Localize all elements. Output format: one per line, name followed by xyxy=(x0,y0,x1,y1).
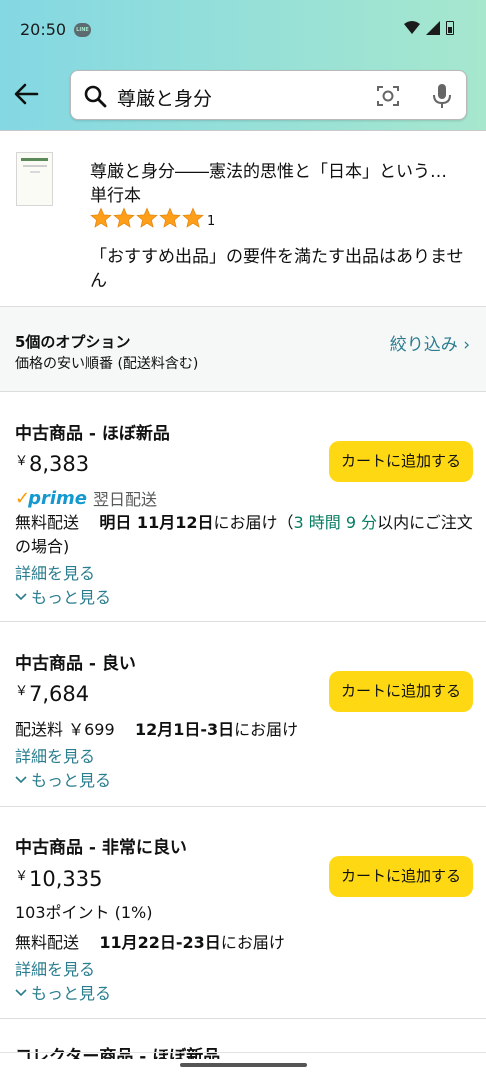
chevron-down-icon xyxy=(15,989,27,997)
offer-price: ￥7,684 xyxy=(15,682,90,706)
add-to-cart-button[interactable]: カートに追加する xyxy=(329,671,473,712)
microphone-icon[interactable] xyxy=(431,82,453,110)
star-icon xyxy=(159,207,181,228)
points-info: 103ポイント (1%) xyxy=(15,903,153,922)
add-to-cart-button[interactable]: カートに追加する xyxy=(329,856,473,897)
product-title[interactable]: 尊厳と身分――憲法的思惟と「日本」という… xyxy=(90,157,475,182)
details-link[interactable]: 詳細を見る xyxy=(15,560,95,584)
chevron-down-icon xyxy=(15,776,27,784)
chevron-down-icon xyxy=(15,593,27,601)
sort-description: 価格の安い順番 (配送料含む) xyxy=(15,356,199,372)
header: 20:50 LINE 尊厳と身分 xyxy=(0,0,486,131)
status-icons xyxy=(404,21,454,35)
product-format: 単行本 xyxy=(90,186,141,206)
prime-logo: ✓prime xyxy=(15,487,87,509)
camera-search-icon[interactable] xyxy=(376,84,400,108)
star-icon xyxy=(182,207,204,228)
search-box[interactable]: 尊厳と身分 xyxy=(70,70,467,120)
details-link[interactable]: 詳細を見る xyxy=(15,743,95,767)
offer-price: ￥8,383 xyxy=(15,452,90,476)
offer-condition: 中古商品 - ほぼ新品 xyxy=(15,424,170,444)
prime-badge: ✓prime 翌日配送 xyxy=(15,486,157,510)
line-notification-icon: LINE xyxy=(74,23,91,37)
show-more-link[interactable]: もっと見る xyxy=(15,980,111,1004)
status-time: 20:50 xyxy=(20,20,67,39)
back-arrow-icon[interactable] xyxy=(12,80,40,108)
show-more-link[interactable]: もっと見る xyxy=(15,584,111,608)
wifi-icon xyxy=(404,21,420,34)
filter-button[interactable]: 絞り込み › xyxy=(390,330,470,355)
status-bar: 20:50 LINE xyxy=(0,0,486,60)
rating-count[interactable]: 1 xyxy=(207,214,215,229)
offer-price: ￥10,335 xyxy=(15,867,103,891)
product-summary: 尊厳と身分――憲法的思惟と「日本」という… 単行本 1 「おすすめ出品」の要件を… xyxy=(0,132,486,306)
options-count: 5個のオプション xyxy=(15,333,131,351)
nav-divider xyxy=(0,1052,486,1053)
featured-offer-notice: 「おすすめ出品」の要件を満たす出品はありません xyxy=(90,247,464,291)
offer-condition: 中古商品 - 良い xyxy=(15,654,136,674)
show-more-link[interactable]: もっと見る xyxy=(15,767,111,791)
offer-condition: 中古商品 - 非常に良い xyxy=(15,838,187,858)
search-input[interactable]: 尊厳と身分 xyxy=(117,84,212,111)
star-icon xyxy=(90,207,112,228)
offer-card: 中古商品 - 非常に良い ￥10,335 カートに追加する 103ポイント (1… xyxy=(0,807,486,1019)
offer-card: 中古商品 - ほぼ新品 ￥8,383 カートに追加する ✓prime 翌日配送 … xyxy=(0,392,486,622)
add-to-cart-button[interactable]: カートに追加する xyxy=(329,441,473,482)
cell-signal-icon xyxy=(426,21,440,35)
rating-stars[interactable] xyxy=(90,207,204,229)
delivery-info: 無料配送 11月22日-23日にお届け xyxy=(15,933,285,952)
offer-card: 中古商品 - 良い ￥7,684 カートに追加する 配送料 ￥699 12月1日… xyxy=(0,622,486,807)
home-gesture-bar[interactable] xyxy=(180,1063,307,1067)
battery-icon xyxy=(446,21,454,35)
search-icon xyxy=(84,85,107,108)
next-day-label: 翌日配送 xyxy=(93,490,158,509)
star-icon xyxy=(113,207,135,228)
delivery-info: 配送料 ￥699 12月1日-3日にお届け xyxy=(15,720,299,739)
star-icon xyxy=(136,207,158,228)
options-bar: 5個のオプション 価格の安い順番 (配送料含む) 絞り込み › xyxy=(0,306,486,392)
book-cover-thumbnail[interactable] xyxy=(16,152,53,206)
delivery-info: 無料配送 明日 11月12日にお届け（3 時間 9 分以内にご注文の場合) xyxy=(15,513,473,556)
details-link[interactable]: 詳細を見る xyxy=(15,956,95,980)
